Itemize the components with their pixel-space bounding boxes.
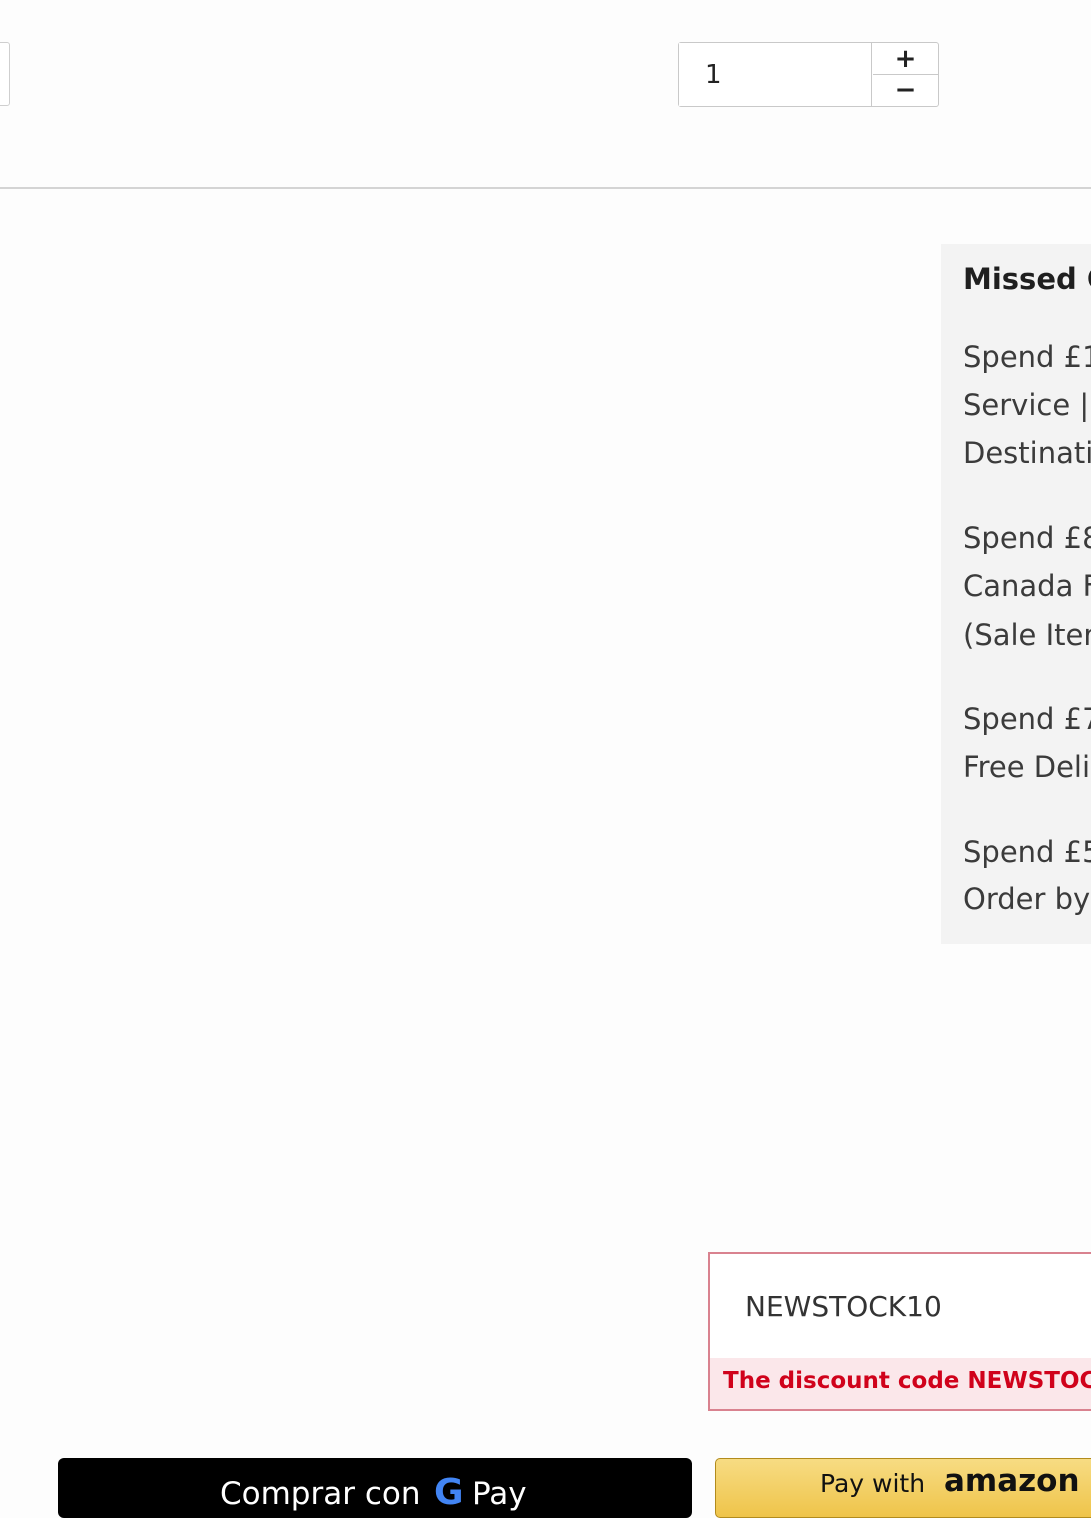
promo-line: Free Deli [963,750,1091,784]
shipping-promo-panel: Missed C Spend £1 Service | Destinati Sp… [941,244,1091,944]
google-pay-button[interactable]: Comprar con G Pay [58,1458,692,1518]
discount-code-input[interactable] [710,1254,1091,1358]
quantity-increment-button[interactable]: + [873,43,938,75]
promo-line: Canada F [963,569,1091,603]
promo-line: Destinati [963,436,1091,470]
gpay-label: Comprar con [220,1476,421,1512]
quantity-stepper[interactable]: + − [678,42,939,107]
amazon-logo-icon: amazon [944,1463,1080,1499]
promo-line: Spend £8 [963,521,1091,555]
promo-line: Service | [963,388,1090,422]
amazon-pay-with-label: Pay with [820,1469,926,1498]
promo-line: Spend £7 [963,702,1091,736]
left-field-edge[interactable] [0,42,10,106]
discount-error-message: The discount code NEWSTOCK10 [710,1358,1091,1409]
promo-line: Order by [963,882,1091,916]
quantity-decrement-button[interactable]: − [873,74,938,105]
promo-line: Spend £1 [963,340,1091,374]
gpay-pay-text: Pay [472,1476,527,1512]
discount-code-field[interactable]: The discount code NEWSTOCK10 [708,1252,1091,1411]
promo-line: Spend £5 [963,835,1091,869]
section-divider [0,187,1091,189]
promo-line: (Sale Iten [963,618,1091,652]
promo-title: Missed C [963,262,1091,296]
google-g-icon: G [434,1472,464,1513]
quantity-input[interactable] [679,43,872,106]
amazon-pay-button[interactable]: Pay with amazon [715,1458,1091,1518]
